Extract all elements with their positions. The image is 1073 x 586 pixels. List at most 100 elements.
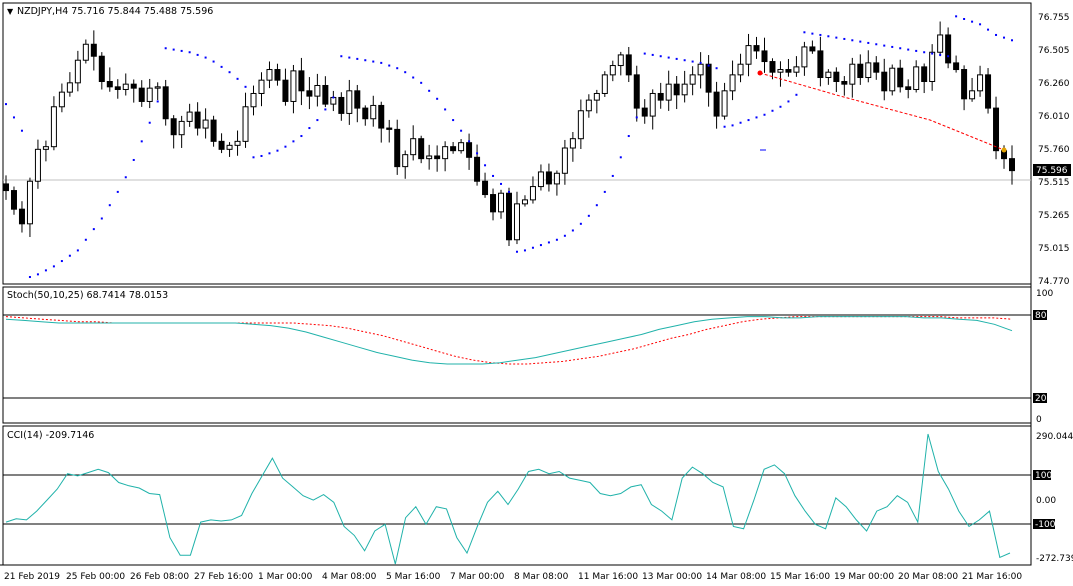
sar-dot: [707, 64, 710, 67]
cci-line: [5, 433, 1011, 565]
sar-dot: [819, 33, 822, 36]
sar-dot: [132, 158, 135, 161]
sar-dot: [380, 61, 383, 64]
candle-down: [641, 107, 648, 117]
sar-dot: [923, 51, 926, 54]
candle-down: [633, 74, 640, 109]
sar-dot: [587, 214, 590, 217]
sar-dot: [747, 119, 750, 122]
candle-down: [282, 79, 289, 102]
sar-dot: [731, 124, 734, 127]
candle-up: [577, 110, 584, 140]
cci-scale-label: -100: [1035, 520, 1056, 530]
sar-dot: [659, 55, 662, 58]
sar-dot: [627, 135, 630, 138]
candle-up: [258, 79, 265, 94]
candles: [3, 21, 1015, 246]
sar-dot: [675, 57, 678, 60]
sar-dot: [611, 174, 614, 177]
sar-dot: [563, 234, 566, 237]
x-tick-label: 21 Mar 16:00: [962, 572, 1022, 582]
candle-down: [170, 118, 177, 136]
main-title: NZDJPY,H4 75.716 75.844 75.488 75.596: [17, 6, 213, 17]
sar-dot: [931, 52, 934, 55]
candle-up: [442, 146, 449, 160]
candle-up: [250, 92, 257, 108]
sar-dot: [300, 135, 303, 138]
candle-down: [162, 86, 169, 120]
candle-down: [274, 69, 281, 81]
sar-dot: [164, 47, 167, 50]
candle-up: [226, 144, 233, 150]
x-tick-label: 26 Feb 08:00: [130, 572, 189, 582]
candle-up: [346, 90, 353, 114]
cci-scale-label: 100: [1035, 471, 1052, 481]
sar-dot: [835, 36, 838, 39]
chart-canvas[interactable]: ▼ NZDJPY,H4 75.716 75.844 75.488 75.596 …: [0, 0, 1073, 586]
candle-up: [521, 199, 528, 205]
candle-down: [378, 104, 385, 129]
candle-up: [745, 45, 752, 65]
sar-dot: [515, 250, 518, 253]
candle-down: [98, 55, 105, 83]
candle-up: [154, 86, 161, 89]
sar-dot: [779, 105, 782, 108]
sar-dot: [875, 43, 878, 46]
x-tick-label: 7 Mar 00:00: [450, 572, 505, 582]
candle-down: [338, 96, 345, 114]
sar-dot: [811, 32, 814, 35]
sar-dot: [635, 116, 638, 119]
trendline-anchor-point: [757, 70, 763, 76]
candle-down: [1009, 158, 1015, 172]
candle-up: [649, 92, 656, 117]
sar-dot: [108, 204, 111, 207]
sar-dot: [947, 55, 950, 58]
x-tick-label: 21 Feb 2019: [4, 572, 60, 582]
candle-down: [506, 192, 512, 241]
candle-down: [905, 86, 912, 90]
candle-down: [841, 81, 848, 85]
sar-dot: [643, 52, 646, 55]
sar-dot: [995, 33, 998, 36]
candle-down: [897, 67, 904, 88]
sar-dot: [939, 53, 942, 56]
sar-dot: [20, 129, 23, 132]
candle-up: [977, 74, 984, 92]
candle-up: [370, 104, 377, 120]
candle-down: [881, 71, 888, 92]
current-price-marker: 75.596: [3, 164, 1071, 181]
sar-dot: [452, 119, 455, 122]
candle-up: [825, 71, 832, 79]
sar-dot: [284, 145, 287, 148]
sar-dot: [332, 96, 335, 99]
candle-down: [3, 183, 9, 192]
sar-dot: [188, 51, 191, 54]
sar-dot: [803, 31, 806, 34]
candle-up: [569, 138, 576, 149]
candle-up: [665, 83, 672, 101]
sar-dot: [60, 260, 63, 263]
sar-dot: [236, 77, 239, 80]
sar-dot: [763, 113, 766, 116]
candle-down: [362, 107, 369, 120]
sar-dot: [795, 93, 798, 96]
sar-dot: [156, 100, 159, 103]
candle-up: [66, 82, 73, 93]
x-tick-label: 15 Mar 16:00: [770, 572, 830, 582]
candle-up: [729, 74, 736, 92]
candle-up: [721, 90, 728, 117]
candle-down: [90, 43, 97, 57]
main-pane-indicator-icon: ▼: [7, 7, 14, 16]
sar-dot: [771, 109, 774, 112]
candle-down: [218, 140, 225, 150]
stoch-scale-label: 20: [1035, 394, 1047, 404]
stoch-scale: 100 80 20 0: [1033, 289, 1053, 425]
candle-down: [769, 61, 776, 73]
candle-up: [290, 70, 297, 102]
candle-up: [737, 63, 744, 76]
candle-up: [609, 65, 616, 76]
candle-up: [561, 147, 568, 174]
sar-dot: [619, 156, 622, 159]
candle-up: [537, 171, 544, 188]
sar-dot: [324, 108, 327, 111]
